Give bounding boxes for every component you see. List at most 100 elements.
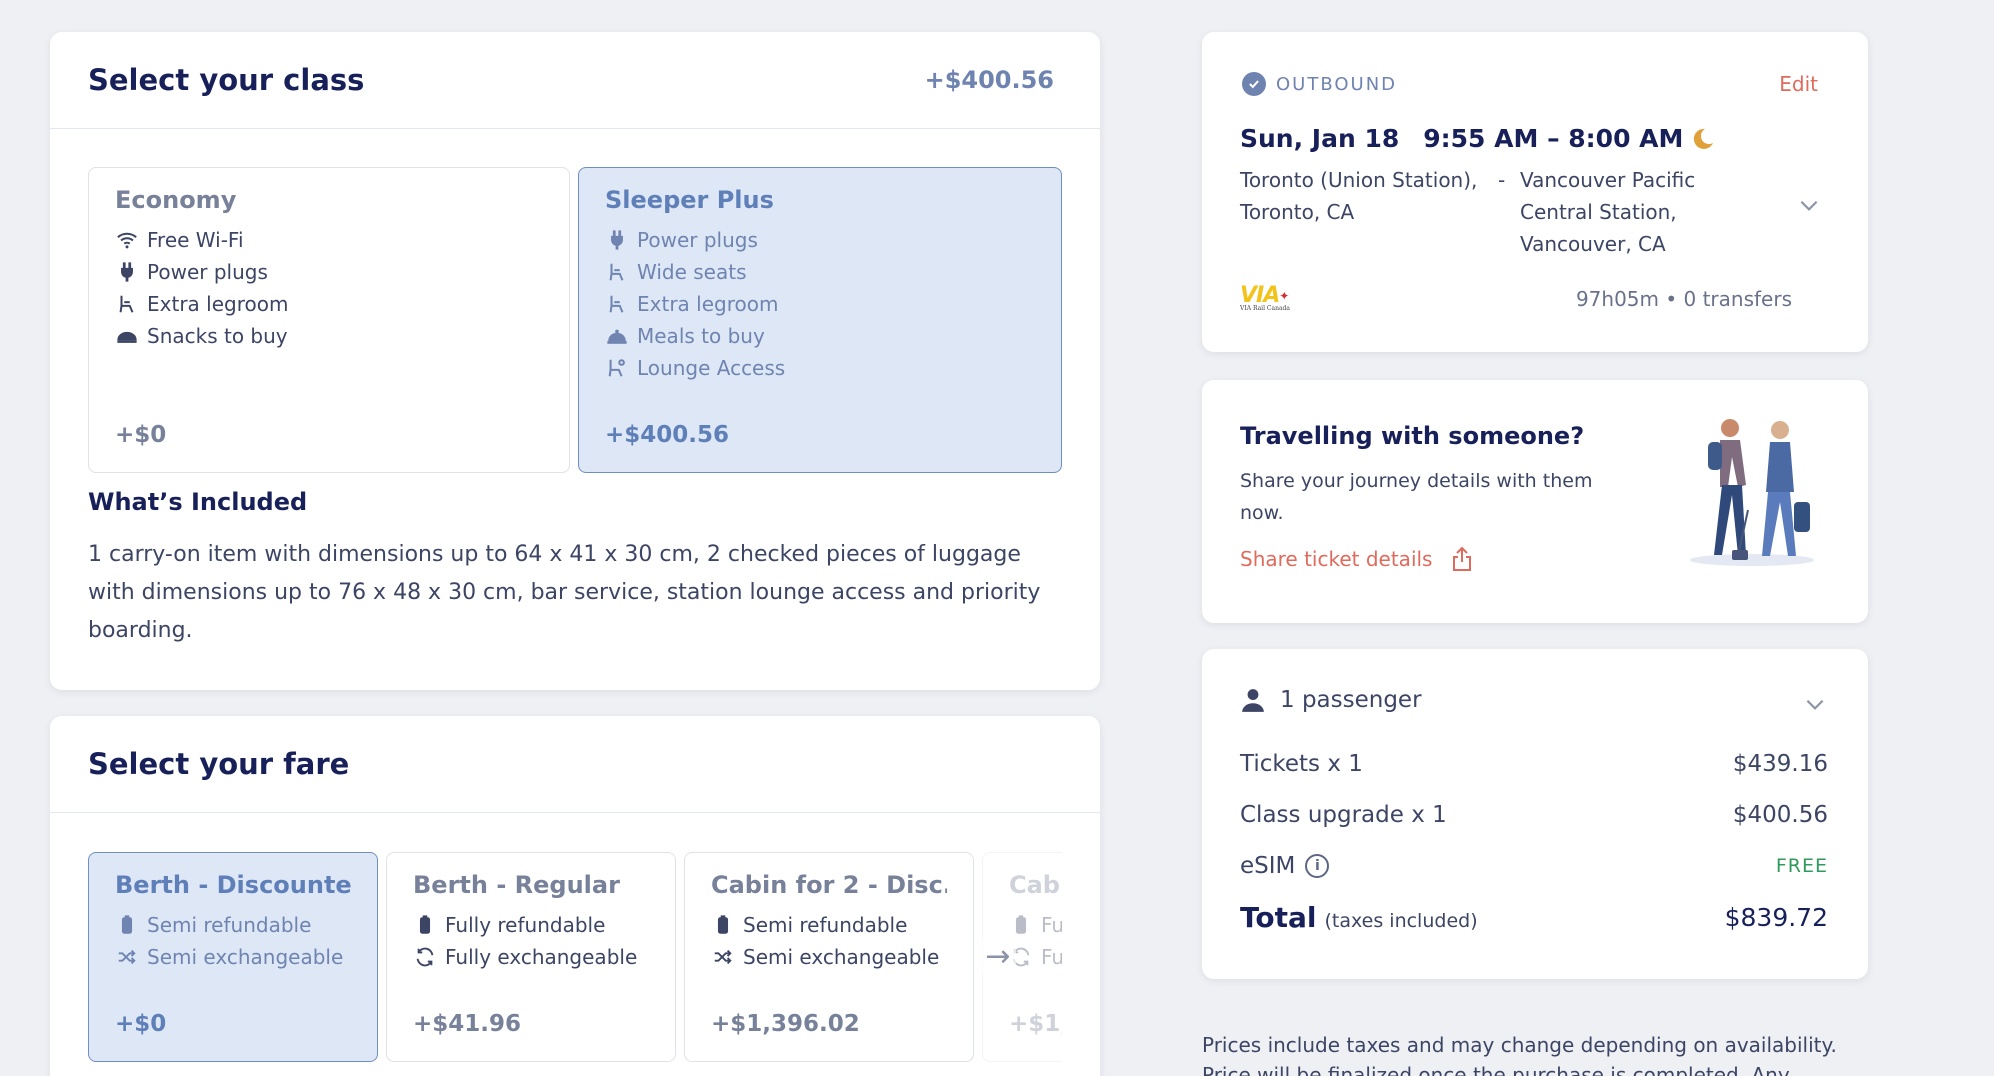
route-separator: - [1498,168,1506,192]
class-option-name: Sleeper Plus [605,186,774,214]
price-row-tickets: Tickets x 1 $439.16 [1240,751,1828,777]
journey-date: Sun, Jan 18 [1240,124,1400,153]
fare-option-name: Berth - Discounted [115,871,351,899]
exchange-icon [115,945,139,969]
esim-label: eSIM [1240,853,1296,879]
meal-icon [605,324,629,348]
seat-icon [115,292,139,316]
feature-item: Power plugs [115,256,543,288]
chevron-down-icon[interactable] [1796,192,1822,218]
share-ticket-details-link[interactable]: Share ticket details [1240,546,1474,572]
fare-option-price: +$0 [115,1011,167,1037]
class-card-header: Select your class +$400.56 [50,32,1100,129]
journey-time: 9:55 AM – 8:00 AM [1423,124,1684,153]
refund-icon [1009,913,1033,937]
price-row-value: $439.16 [1732,751,1828,777]
plug-icon [605,228,629,252]
chevron-down-icon[interactable] [1802,691,1828,717]
passenger-selector[interactable]: 1 passenger [1240,687,1422,713]
feature-item: Lounge Access [605,352,1035,384]
feature-item: Fu [1009,941,1062,973]
refund-icon [413,913,437,937]
total-label: Total [1240,901,1317,934]
feature-label: Semi exchangeable [743,945,940,969]
share-link-label: Share ticket details [1240,547,1433,571]
feature-label: Power plugs [147,260,268,284]
feature-item: Meals to buy [605,320,1035,352]
feature-item: Extra legroom [115,288,543,320]
feature-item: Semi refundable [711,909,947,941]
outbound-journey-card: OUTBOUND Edit Sun, Jan 18 9:55 AM – 8:00… [1202,32,1868,352]
feature-item: Semi exchangeable [115,941,351,973]
refund-icon [711,913,735,937]
class-option-sleeper-plus[interactable]: Sleeper Plus Power plugs Wide seats Extr… [578,167,1062,473]
price-row-class-upgrade: Class upgrade x 1 $400.56 [1240,802,1828,828]
price-row-value: $400.56 [1732,802,1828,828]
feature-label: Lounge Access [637,356,786,380]
outbound-label: OUTBOUND [1276,73,1398,95]
fare-option-name: Cabin for 2 - Disc... [711,871,947,899]
feature-label: Meals to buy [637,324,765,348]
share-journey-card: Travelling with someone? Share your jour… [1202,380,1868,623]
total-label-group: Total (taxes included) [1240,901,1478,934]
class-option-economy[interactable]: Economy Free Wi-Fi Power plugs Extra leg… [88,167,570,473]
fare-option-price: +$41.96 [413,1011,522,1037]
snack-icon [115,324,139,348]
seat-icon [605,260,629,284]
feature-label: Extra legroom [637,292,779,316]
feature-item: Semi exchangeable [711,941,947,973]
price-row-label: Class upgrade x 1 [1240,802,1447,828]
feature-item: Extra legroom [605,288,1035,320]
feature-label: Extra legroom [147,292,289,316]
departure-station: Toronto (Union Station), Toronto, CA [1240,168,1478,224]
moon-icon [1694,128,1714,149]
whats-included-text: 1 carry-on item with dimensions up to 64… [88,542,1041,643]
seat-icon [605,292,629,316]
fare-option-name: Berth - Regular [413,871,620,899]
fare-option-name: Cab [1009,871,1060,899]
feature-label: Power plugs [637,228,758,252]
travellers-illustration [1690,419,1814,566]
fare-carousel[interactable]: Berth - Discounted Semi refundable Semi … [50,716,1062,1076]
share-description: Share your journey details with them now… [1240,470,1593,524]
exchange-icon [413,945,437,969]
info-icon[interactable]: i [1305,854,1330,878]
fare-option-price: +$1,396.02 [711,1011,860,1037]
feature-item: Snacks to buy [115,320,543,352]
total-subtitle: (taxes included) [1324,910,1478,932]
class-selection-card: Select your class +$400.56 Economy Free … [50,32,1100,690]
exchange-icon [711,945,735,969]
feature-label: Free Wi-Fi [147,228,244,252]
share-title: Travelling with someone? [1240,422,1585,450]
via-logo-mark: VIA✦ [1240,285,1300,307]
feature-label: Fully refundable [445,913,606,937]
class-option-price: +$400.56 [605,422,730,448]
share-icon [1453,546,1472,571]
passenger-count: 1 passenger [1280,687,1422,713]
feature-label: Wide seats [637,260,747,284]
esim-label-group: eSIM i [1240,853,1330,879]
free-badge: FREE [1775,855,1828,877]
check-circle-icon [1242,72,1266,96]
class-header-price: +$400.56 [924,66,1054,94]
scroll-right-arrow-icon[interactable]: → [980,938,1016,974]
refund-icon [115,913,139,937]
journey-duration: 97h05m • 0 transfers [1575,287,1792,311]
feature-item: Fully exchangeable [413,941,649,973]
fare-option-berth-discounted[interactable]: Berth - Discounted Semi refundable Semi … [88,852,378,1062]
class-option-name: Economy [115,186,237,214]
fare-option-cabin-for-2-discounted[interactable]: Cabin for 2 - Disc... Semi refundable Se… [684,852,974,1062]
whats-included-title: What’s Included [88,488,308,516]
feature-label: Semi exchangeable [147,945,344,969]
edit-link[interactable]: Edit [1779,72,1818,96]
fare-selection-card: Select your fare Berth - Discounted Semi… [50,716,1100,1076]
feature-label: Fully exchangeable [445,945,638,969]
fare-option-price: +$1, [1009,1011,1062,1037]
fare-option-berth-regular[interactable]: Berth - Regular Fully refundable Fully e… [386,852,676,1062]
feature-item: Power plugs [605,224,1035,256]
wifi-icon [115,228,139,252]
total-value: $839.72 [1724,903,1828,932]
person-icon [1242,689,1264,712]
price-row-total: Total (taxes included) $839.72 [1240,901,1828,934]
feature-label: Fu [1041,913,1062,937]
